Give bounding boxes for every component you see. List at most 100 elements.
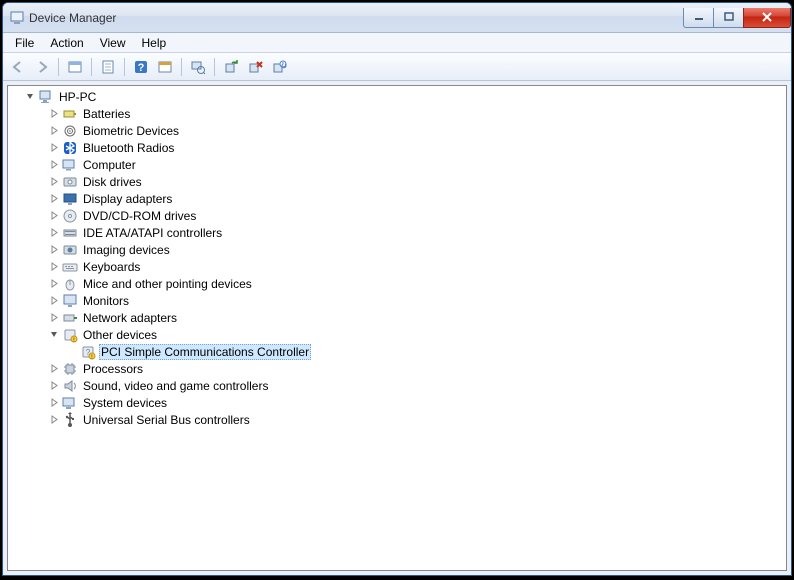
expand-icon[interactable] xyxy=(48,261,60,273)
battery-icon xyxy=(62,106,78,122)
expand-icon[interactable] xyxy=(48,278,60,290)
tree-category[interactable]: Disk drives xyxy=(28,173,786,190)
tree-category[interactable]: DVD/CD-ROM drives xyxy=(28,207,786,224)
tree-category-label: Sound, video and game controllers xyxy=(81,379,270,393)
menu-view[interactable]: View xyxy=(92,34,134,52)
svg-text:!: ! xyxy=(91,354,92,360)
biometric-icon xyxy=(62,123,78,139)
tree-category-label: System devices xyxy=(81,396,169,410)
tree-category-label: Mice and other pointing devices xyxy=(81,277,254,291)
menu-file[interactable]: File xyxy=(7,34,42,52)
dvd-icon xyxy=(62,208,78,224)
expand-icon[interactable] xyxy=(48,193,60,205)
tree-category-label: Disk drives xyxy=(81,175,144,189)
keyboard-icon xyxy=(62,259,78,275)
tree-category-label: Biometric Devices xyxy=(81,124,181,138)
tree-category[interactable]: Keyboards xyxy=(28,258,786,275)
tree-category[interactable]: Network adapters xyxy=(28,309,786,326)
processor-icon xyxy=(62,361,78,377)
tree-category[interactable]: System devices xyxy=(28,394,786,411)
bluetooth-icon xyxy=(62,140,78,156)
tree-category[interactable]: Batteries xyxy=(28,105,786,122)
monitor-icon xyxy=(62,293,78,309)
svg-text:!: ! xyxy=(73,337,74,343)
tree-category-label: DVD/CD-ROM drives xyxy=(81,209,198,223)
tree-root-label: HP-PC xyxy=(57,90,98,104)
expand-icon[interactable] xyxy=(48,159,60,171)
tree-category[interactable]: Monitors xyxy=(28,292,786,309)
tree-category[interactable]: Sound, video and game controllers xyxy=(28,377,786,394)
tree-category[interactable]: Processors xyxy=(28,360,786,377)
properties-button[interactable] xyxy=(97,56,119,78)
show-hide-button[interactable] xyxy=(64,56,86,78)
usb-icon xyxy=(62,412,78,428)
device-tree[interactable]: HP-PC Batteries Biometric Devices Bluetooth… xyxy=(7,85,787,571)
tree-category[interactable]: Imaging devices xyxy=(28,241,786,258)
back-button[interactable] xyxy=(7,56,29,78)
computer-icon xyxy=(62,157,78,173)
expand-icon[interactable] xyxy=(48,227,60,239)
window-title: Device Manager xyxy=(29,11,116,25)
tree-category-label: Universal Serial Bus controllers xyxy=(81,413,252,427)
expand-icon[interactable] xyxy=(48,414,60,426)
toolbar: ? xyxy=(3,53,791,81)
expand-icon[interactable] xyxy=(48,363,60,375)
expand-icon[interactable] xyxy=(48,176,60,188)
expand-icon[interactable] xyxy=(48,210,60,222)
action-button[interactable] xyxy=(154,56,176,78)
expand-icon[interactable] xyxy=(48,380,60,392)
uninstall-button[interactable] xyxy=(244,56,266,78)
menu-help[interactable]: Help xyxy=(134,34,175,52)
expand-icon[interactable] xyxy=(48,312,60,324)
tree-category[interactable]: IDE ATA/ATAPI controllers xyxy=(28,224,786,241)
tree-category[interactable]: Computer xyxy=(28,156,786,173)
tree-category-label: Network adapters xyxy=(81,311,179,325)
tree-category-label: Computer xyxy=(81,158,138,172)
collapse-icon[interactable] xyxy=(24,91,36,103)
tree-root[interactable]: HP-PC xyxy=(10,88,786,105)
scan-button[interactable] xyxy=(187,56,209,78)
expand-icon[interactable] xyxy=(48,108,60,120)
expand-icon[interactable] xyxy=(48,125,60,137)
close-button[interactable] xyxy=(743,8,791,28)
tree-category-label: Bluetooth Radios xyxy=(81,141,176,155)
tree-category[interactable]: Universal Serial Bus controllers xyxy=(28,411,786,428)
tree-category[interactable]: Display adapters xyxy=(28,190,786,207)
tree-device-label: PCI Simple Communications Controller xyxy=(99,344,311,360)
tree-category-label: Other devices xyxy=(81,328,159,342)
forward-button[interactable] xyxy=(31,56,53,78)
expand-icon[interactable] xyxy=(48,295,60,307)
ide-icon xyxy=(62,225,78,241)
app-icon xyxy=(9,10,25,26)
tree-category-label: IDE ATA/ATAPI controllers xyxy=(81,226,224,240)
tree-category[interactable]: Mice and other pointing devices xyxy=(28,275,786,292)
tree-category-label: Keyboards xyxy=(81,260,142,274)
network-icon xyxy=(62,310,78,326)
maximize-button[interactable] xyxy=(713,8,743,28)
mouse-icon xyxy=(62,276,78,292)
tree-category[interactable]: ! Other devices xyxy=(28,326,786,343)
disk-icon xyxy=(62,174,78,190)
tree-category-label: Batteries xyxy=(81,107,132,121)
tree-category-label: Processors xyxy=(81,362,145,376)
expand-icon[interactable] xyxy=(48,244,60,256)
titlebar[interactable]: Device Manager xyxy=(3,3,791,33)
other-icon: ! xyxy=(62,327,78,343)
menu-action[interactable]: Action xyxy=(42,34,91,52)
expand-icon[interactable] xyxy=(48,142,60,154)
minimize-button[interactable] xyxy=(683,8,713,28)
unknown-icon: ?! xyxy=(80,344,96,360)
svg-text:?: ? xyxy=(138,62,145,74)
computer-icon xyxy=(38,89,54,105)
tree-category[interactable]: Biometric Devices xyxy=(28,122,786,139)
disable-button[interactable] xyxy=(268,56,290,78)
collapse-icon[interactable] xyxy=(48,329,60,341)
system-icon xyxy=(62,395,78,411)
tree-device[interactable]: ?!PCI Simple Communications Controller xyxy=(46,343,786,360)
update-driver-button[interactable] xyxy=(220,56,242,78)
expand-icon[interactable] xyxy=(48,397,60,409)
content-area: HP-PC Batteries Biometric Devices Bluetooth… xyxy=(3,81,791,575)
help-button[interactable]: ? xyxy=(130,56,152,78)
display-icon xyxy=(62,191,78,207)
tree-category[interactable]: Bluetooth Radios xyxy=(28,139,786,156)
